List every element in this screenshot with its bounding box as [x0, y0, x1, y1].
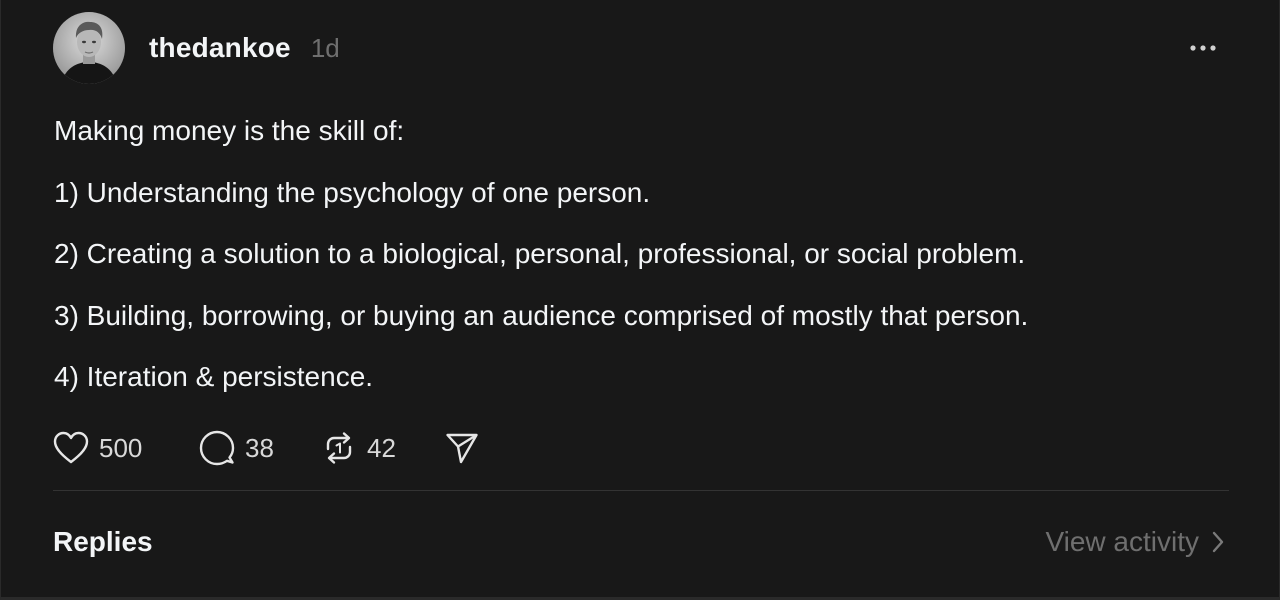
post-text-line: 4) Iteration & persistence. [54, 361, 374, 392]
more-options-button[interactable] [1183, 34, 1223, 62]
post-text-line: 1) Understanding the psychology of one p… [54, 176, 651, 208]
like-button[interactable]: 500 [53, 431, 199, 465]
post-text-line: 3) Building, borrowing, or buying an aud… [54, 299, 1029, 331]
replies-heading: Replies [53, 526, 153, 557]
view-activity-label: View activity [1045, 526, 1199, 557]
heart-icon [53, 431, 89, 464]
repost-icon [326, 432, 352, 464]
view-activity-link[interactable]: View activity [1045, 526, 1225, 558]
ellipsis-icon [1190, 45, 1216, 51]
divider [53, 490, 1229, 491]
comment-button[interactable]: 38 [199, 430, 321, 466]
username[interactable]: thedankoe [149, 32, 291, 64]
post-body: Making money is the skill of: 1) Underst… [54, 114, 1234, 422]
repost-button[interactable]: 42 [321, 430, 445, 466]
share-button[interactable] [445, 431, 479, 465]
comment-count: 38 [245, 432, 274, 463]
avatar-photo [53, 12, 125, 84]
post-actions: 500 38 42 [53, 428, 479, 468]
post-timestamp: 1d [310, 32, 340, 63]
share-send-icon [446, 433, 478, 464]
comment-bubble-icon [199, 430, 235, 466]
avatar[interactable] [53, 12, 125, 84]
like-count: 500 [99, 432, 143, 463]
chevron-right-icon [1212, 531, 1224, 553]
post-text-line: Making money is the skill of: [54, 115, 405, 146]
post-header: thedankoe 1d [53, 12, 1229, 84]
post-text-line: 2) Creating a solution to a biological, … [54, 238, 1026, 269]
post-detail-page: thedankoe 1d Making money is the skill o… [0, 0, 1280, 600]
repost-count: 42 [367, 432, 396, 463]
